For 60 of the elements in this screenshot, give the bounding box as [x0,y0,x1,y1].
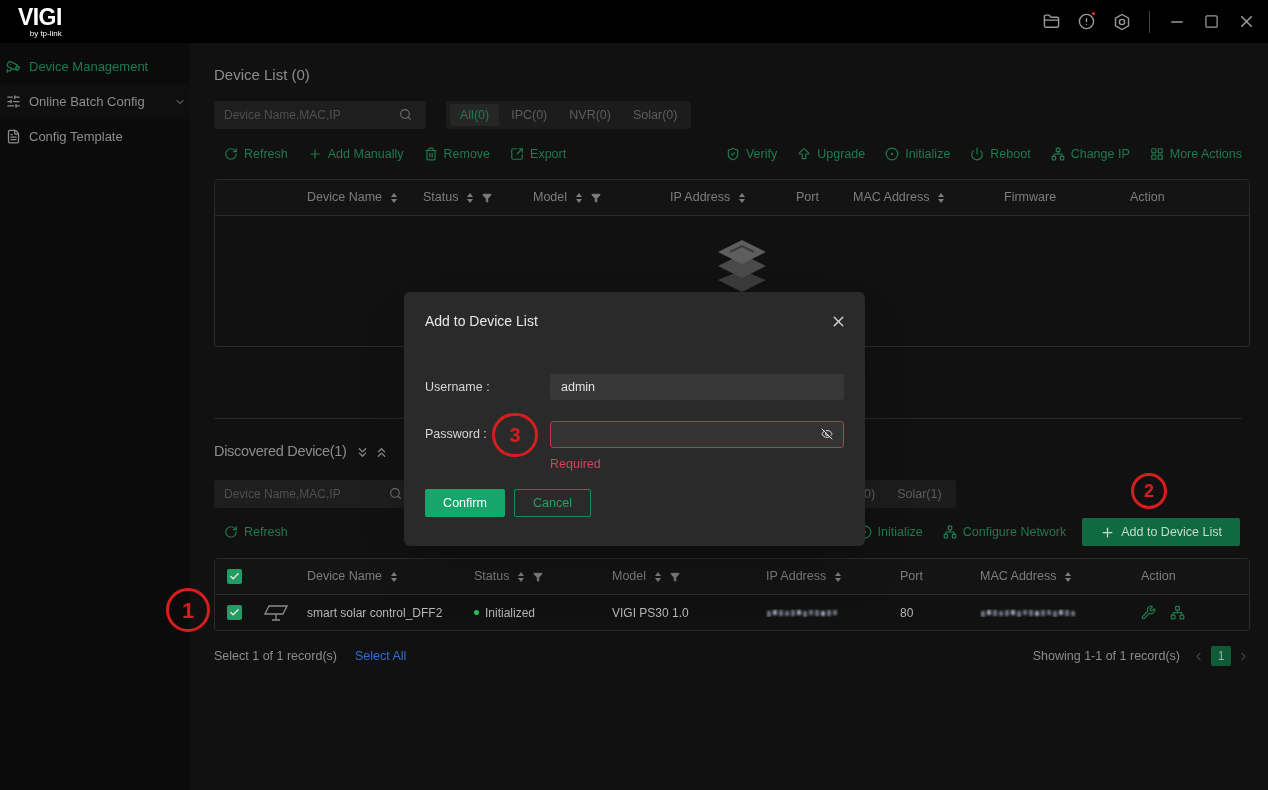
column-header: IP Address [766,568,827,586]
column-header: Model [612,568,647,586]
toolbar-action[interactable]: Reboot [970,144,1031,164]
table-cell-text: Initialized [485,604,536,622]
annotation-marker: 3 [492,413,538,457]
toolbar-action[interactable]: Refresh [224,522,288,542]
add-to-device-list-button[interactable]: Add to Device List [1082,518,1240,546]
field-label: Username : [425,378,490,396]
sidebar-item[interactable]: Config Template [0,119,190,154]
column-header: MAC Address [980,568,1057,586]
filter-tab[interactable]: IPC(0) [501,104,558,126]
toolbar-action[interactable]: Add Manually [307,144,404,164]
toolbar-action[interactable]: Remove [423,144,491,164]
filter-tab[interactable]: 0) [854,483,886,505]
username-field[interactable]: admin [550,374,844,400]
toolbar-action[interactable]: Upgrade [797,144,866,164]
table-cell: VIGI PS30 1.0 [612,605,689,620]
toolbar-action[interactable]: Refresh [224,144,288,164]
annotation-marker: 1 [166,588,210,632]
column-header: Port [796,189,819,207]
filter-tab[interactable]: NVR(0) [559,104,621,126]
column-header: Status [423,189,459,207]
dialog-title: Add to Device List [425,311,538,331]
filter-tab[interactable]: All(0) [450,104,500,126]
column-header: IP Address [670,189,731,207]
column-header: Firmware [1004,189,1057,207]
table-cell: 80 [900,605,914,620]
filter-tab[interactable]: Solar(0) [622,104,688,126]
cancel-button[interactable]: Cancel [514,489,591,517]
toolbar-action[interactable]: Change IP [1050,144,1130,164]
error-message: Required [550,456,601,471]
selection-count: Select 1 of 1 record(s) [214,647,337,665]
column-header: Port [900,568,923,586]
confirm-button[interactable]: Confirm [425,489,505,517]
toolbar-action[interactable]: Verify [725,144,778,164]
sidebar-item[interactable]: Device Management [0,49,190,84]
column-header: Action [1130,189,1165,207]
page-button[interactable]: 1 [1211,646,1231,666]
field-label: Password : [425,425,487,443]
logo-subtitle: by tp-link [29,29,62,38]
column-header: Device Name [307,189,383,207]
select-all-link[interactable]: Select All [354,646,407,666]
annotation-marker: 2 [1131,473,1167,509]
toolbar-action[interactable]: Configure Network [942,522,1067,542]
table-cell: smart solar control_DFF2 [307,605,443,620]
toolbar-action[interactable]: More Actions [1149,144,1242,164]
section-title: Discovered Device(1) [214,442,347,462]
filter-tab[interactable]: Solar(1) [887,483,952,505]
logo: VIGI [18,5,62,29]
column-header: MAC Address [853,189,930,207]
section-title: Device List (0) [214,65,311,85]
sidebar-item[interactable]: Online Batch Config [0,84,190,119]
toolbar-action[interactable]: Export [510,144,567,164]
table-row[interactable]: smart solar control_DFF2 Initialized VIGI PS30 1.0 80 [215,595,1249,630]
record-summary: Showing 1-1 of 1 record(s) [1032,647,1180,665]
column-header: Device Name [307,568,383,586]
column-header: Status [474,568,510,586]
column-header: Model [533,189,568,207]
toolbar-action[interactable]: Initialize [885,144,951,164]
column-header: Action [1141,568,1176,586]
